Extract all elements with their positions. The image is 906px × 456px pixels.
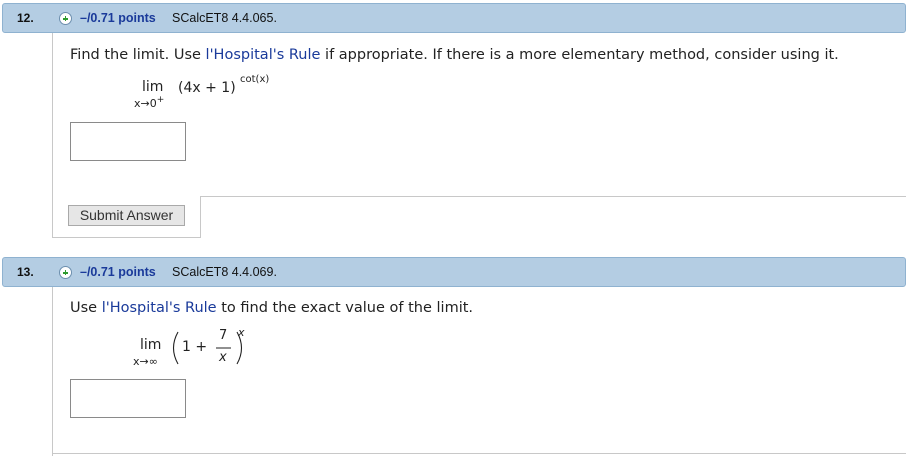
plus-circle-icon[interactable] — [59, 266, 72, 279]
body-border-bottom — [52, 237, 200, 238]
body-border-left — [52, 287, 53, 456]
limit-plus-sign: + — [156, 95, 165, 105]
question-13-header: 13. –/0.71 points SCalcET8 4.4.069. — [2, 257, 906, 287]
lhospital-link[interactable]: l'Hospital's Rule — [206, 47, 321, 63]
limit-expression-parens — [172, 331, 243, 365]
body-border-notch — [200, 196, 201, 238]
question-prompt: Find the limit. Use l'Hospital's Rule if… — [70, 47, 839, 63]
limit-approach: x→0 — [134, 97, 157, 110]
points-label: –/0.71 points — [80, 11, 156, 25]
prompt-text: if appropriate. If there is a more eleme… — [320, 47, 839, 63]
left-paren — [172, 331, 179, 365]
plus-circle-icon[interactable] — [59, 12, 72, 25]
points-label: –/0.71 points — [80, 265, 156, 279]
question-12-header: 12. –/0.71 points SCalcET8 4.4.065. — [2, 3, 906, 33]
fraction-numerator: 7 — [219, 328, 228, 343]
submit-answer-button[interactable]: Submit Answer — [68, 205, 185, 226]
answer-input[interactable] — [70, 379, 186, 418]
body-border-left — [52, 33, 53, 238]
limit-subscript: x→∞ — [133, 355, 158, 368]
prompt-text: Use — [70, 300, 102, 316]
answer-input[interactable] — [70, 122, 186, 161]
limit-operator: lim — [140, 337, 162, 353]
body-border-top-right — [200, 196, 906, 197]
lhospital-link[interactable]: l'Hospital's Rule — [102, 300, 217, 316]
limit-exponent: cot(x) — [240, 74, 270, 85]
question-number: 12. — [17, 11, 34, 25]
question-prompt: Use l'Hospital's Rule to find the exact … — [70, 300, 473, 316]
source-reference: SCalcET8 4.4.069. — [172, 265, 277, 279]
source-reference: SCalcET8 4.4.065. — [172, 11, 277, 25]
limit-expression: (4x + 1) — [178, 80, 236, 96]
prompt-text: Find the limit. Use — [70, 47, 206, 63]
limit-operator: lim — [142, 79, 164, 95]
question-number: 13. — [17, 265, 34, 279]
one-plus: 1 + — [182, 339, 208, 355]
limit-subscript: x→0+ — [134, 95, 165, 110]
limit-exponent: x — [238, 326, 245, 339]
prompt-text: to find the exact value of the limit. — [216, 300, 474, 316]
body-border-bottom — [52, 453, 906, 454]
fraction-denominator: x — [219, 350, 227, 365]
